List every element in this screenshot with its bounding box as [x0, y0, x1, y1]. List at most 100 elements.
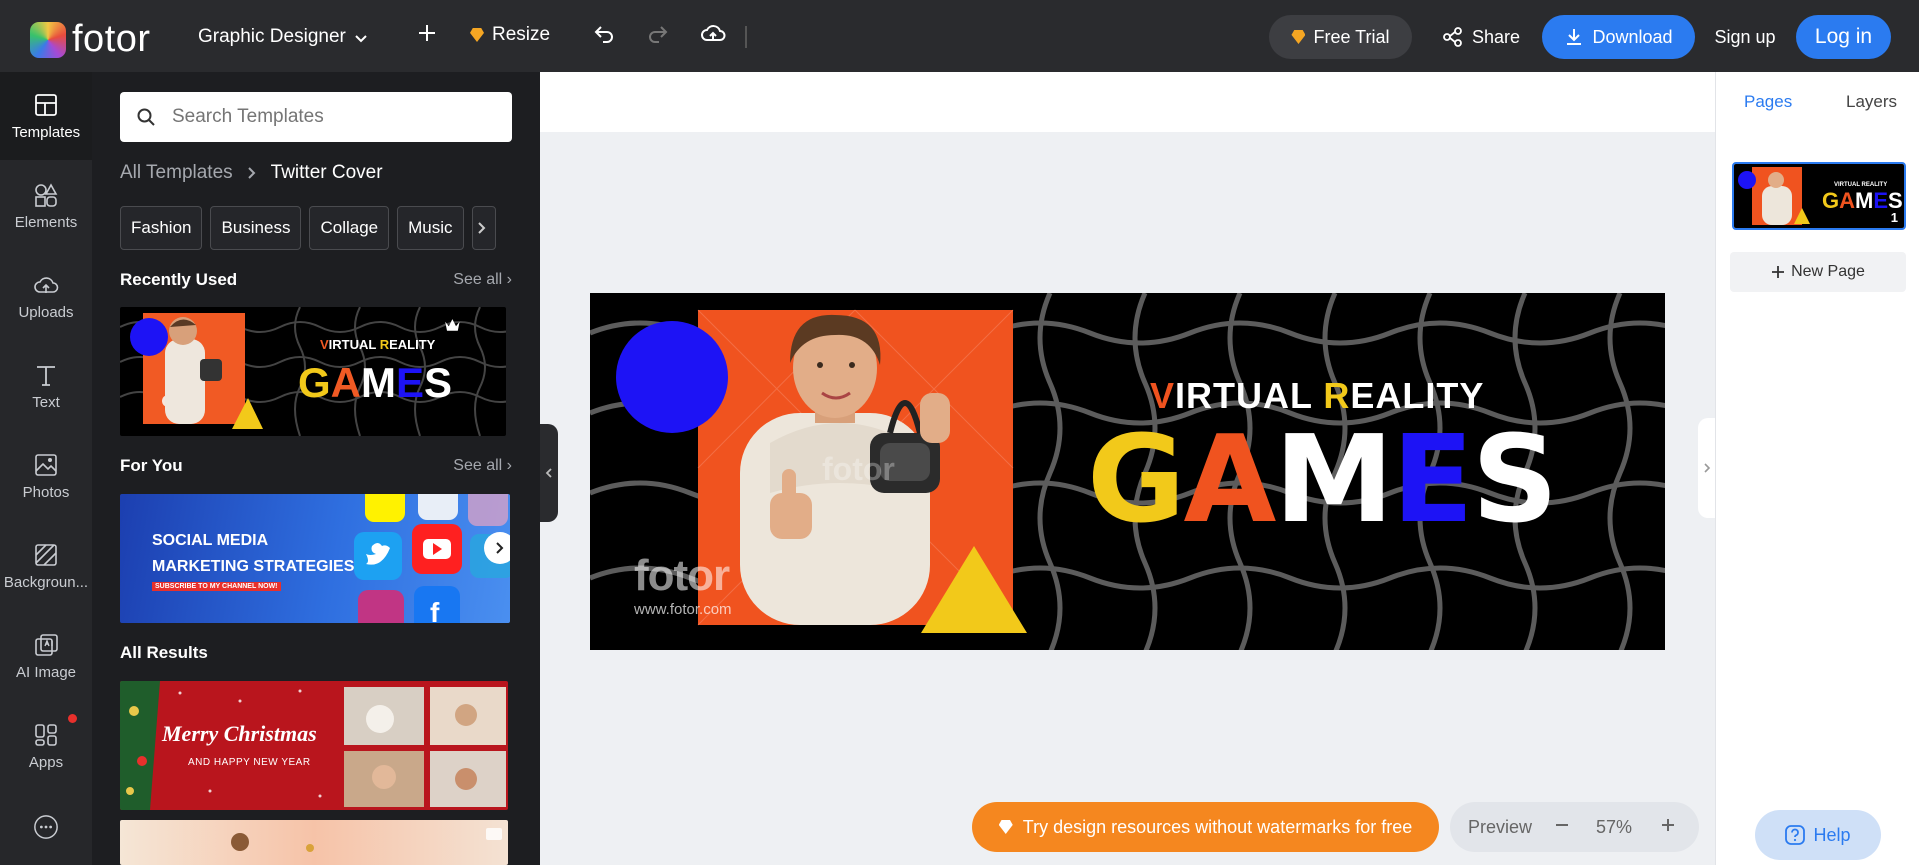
question-icon — [1785, 825, 1806, 845]
help-label: Help — [1813, 824, 1851, 845]
rail-item-more[interactable] — [0, 792, 92, 862]
workspace-dropdown[interactable]: Graphic Designer — [198, 24, 368, 50]
see-all-label: See all — [453, 457, 503, 474]
search-box[interactable] — [120, 92, 512, 142]
watermark-url: www.fotor.com — [634, 601, 732, 618]
template-thumb-social-media[interactable]: SOCIAL MEDIA MARKETING STRATEGIES SUBSCR… — [120, 494, 510, 623]
partial-thumb-art — [231, 828, 502, 852]
breadcrumb: All Templates Twitter Cover — [120, 162, 383, 184]
preview-button[interactable]: Preview — [1468, 817, 1532, 838]
rail-item-templates[interactable]: Templates — [0, 72, 92, 160]
right-panel-handle[interactable] — [1698, 418, 1715, 518]
login-button[interactable]: Log in — [1796, 15, 1891, 59]
carousel-next-button[interactable] — [484, 532, 510, 564]
rail-item-ai-image[interactable]: AI Image — [0, 612, 92, 700]
download-button[interactable]: Download — [1542, 15, 1695, 59]
help-button[interactable]: Help — [1755, 810, 1881, 860]
template-thumb-christmas[interactable]: Merry Christmas AND HAPPY NEW YEAR — [120, 681, 508, 810]
chip-business[interactable]: Business — [210, 206, 302, 250]
undo-button[interactable] — [592, 22, 616, 46]
watermark-promo-banner[interactable]: Try design resources without watermarks … — [972, 802, 1439, 852]
recently-used-see-all[interactable]: See all › — [453, 271, 512, 289]
breadcrumb-all-templates[interactable]: All Templates — [120, 162, 233, 184]
chips-next-button[interactable] — [471, 206, 496, 250]
page-number: 1 — [1890, 210, 1898, 225]
collapse-panel-button[interactable] — [540, 424, 558, 522]
watermark-logo: fotor — [634, 551, 730, 600]
diamond-icon — [470, 28, 484, 42]
search-icon — [137, 108, 155, 126]
rail-label-background: Backgroun... — [3, 573, 89, 591]
tab-pages[interactable]: Pages — [1744, 92, 1792, 112]
plus-icon — [419, 25, 435, 41]
chip-collage[interactable]: Collage — [309, 206, 390, 250]
template-vr-games-preview: VIRTUAL REALITY GAMES — [120, 307, 506, 436]
rail-item-elements[interactable]: Elements — [0, 162, 92, 250]
workspace-label: Graphic Designer — [198, 26, 346, 47]
text-icon — [37, 365, 55, 386]
letter-a: A — [1183, 411, 1277, 550]
all-results-heading: All Results — [120, 643, 208, 662]
share-button[interactable]: Share — [1436, 15, 1526, 59]
top-bar: fotor Graphic Designer Resize Free Trial… — [0, 0, 1919, 72]
chevron-down-icon — [354, 24, 368, 50]
template-thumb-vr-games[interactable]: VIRTUAL REALITY GAMES — [120, 307, 506, 436]
fotor-logo[interactable]: fotor — [30, 18, 151, 61]
diamond-icon — [998, 820, 1013, 834]
notification-dot — [68, 714, 77, 723]
design-canvas[interactable]: fotor www.fotor.com fotor VIRTUAL REALIT… — [590, 293, 1665, 650]
zoom-in-button[interactable] — [1660, 817, 1676, 838]
for-you-see-all[interactable]: See all › — [453, 457, 512, 475]
redo-button[interactable] — [646, 22, 670, 46]
chip-fashion[interactable]: Fashion — [120, 206, 203, 250]
resize-button[interactable]: Resize — [470, 24, 550, 46]
chip-music[interactable]: Music — [397, 206, 464, 250]
add-button[interactable] — [416, 22, 438, 44]
search-input[interactable] — [172, 106, 492, 128]
rail-item-apps[interactable]: Apps — [0, 702, 92, 790]
signup-label: Sign up — [1714, 26, 1776, 47]
template-thumb-partial[interactable] — [120, 820, 508, 865]
for-you-heading: For You — [120, 456, 183, 475]
page-thumb-preview: VIRTUAL REALITY GAMES — [1734, 164, 1904, 228]
rail-label-elements: Elements — [14, 213, 78, 231]
watermark-center: fotor — [822, 451, 895, 487]
free-trial-button[interactable]: Free Trial — [1269, 15, 1412, 59]
resize-label: Resize — [492, 24, 551, 45]
zoom-out-button[interactable] — [1554, 817, 1570, 838]
recently-used-heading: Recently Used — [120, 270, 238, 289]
zoom-bar: Preview 57% — [1450, 802, 1699, 852]
minus-icon — [1556, 824, 1568, 826]
cloud-save-button[interactable] — [700, 22, 726, 46]
text-irtual: IRTUAL — [1175, 375, 1324, 416]
side-rail: Templates Elements Uploads Text Photos B… — [0, 72, 92, 865]
share-icon — [1443, 27, 1462, 47]
rail-label-templates: Templates — [11, 123, 81, 141]
undo-icon — [594, 26, 613, 43]
letter-m: M — [1274, 411, 1393, 550]
chevron-right-icon — [477, 222, 485, 234]
login-label: Log in — [1814, 25, 1873, 48]
chevron-right-icon — [1703, 463, 1710, 473]
chevron-right-icon — [496, 542, 504, 554]
rail-item-photos[interactable]: Photos — [0, 432, 92, 520]
svg-text:VIRTUAL REALITY: VIRTUAL REALITY — [320, 337, 436, 352]
more-icon — [34, 815, 58, 839]
text-eality: EALITY — [1350, 375, 1485, 416]
rail-item-background[interactable]: Backgroun... — [0, 522, 92, 610]
christmas-subtitle: AND HAPPY NEW YEAR — [188, 757, 311, 768]
signup-button[interactable]: Sign up — [1710, 15, 1780, 59]
page-thumbnail-1[interactable]: VIRTUAL REALITY GAMES 1 — [1732, 162, 1906, 230]
new-page-button[interactable]: New Page — [1730, 252, 1906, 292]
ai-image-icon — [35, 633, 58, 656]
rail-item-text[interactable]: Text — [0, 342, 92, 430]
rail-label-photos: Photos — [22, 483, 70, 501]
apps-icon — [35, 723, 57, 746]
tab-layers[interactable]: Layers — [1846, 92, 1897, 112]
design-title[interactable]: GAMES — [1087, 421, 1558, 541]
rail-item-uploads[interactable]: Uploads — [0, 252, 92, 340]
download-label: Download — [1592, 26, 1673, 47]
templates-panel: All Templates Twitter Cover Fashion Busi… — [92, 72, 540, 865]
logo-icon — [30, 21, 66, 58]
chevron-right-icon — [247, 167, 256, 179]
